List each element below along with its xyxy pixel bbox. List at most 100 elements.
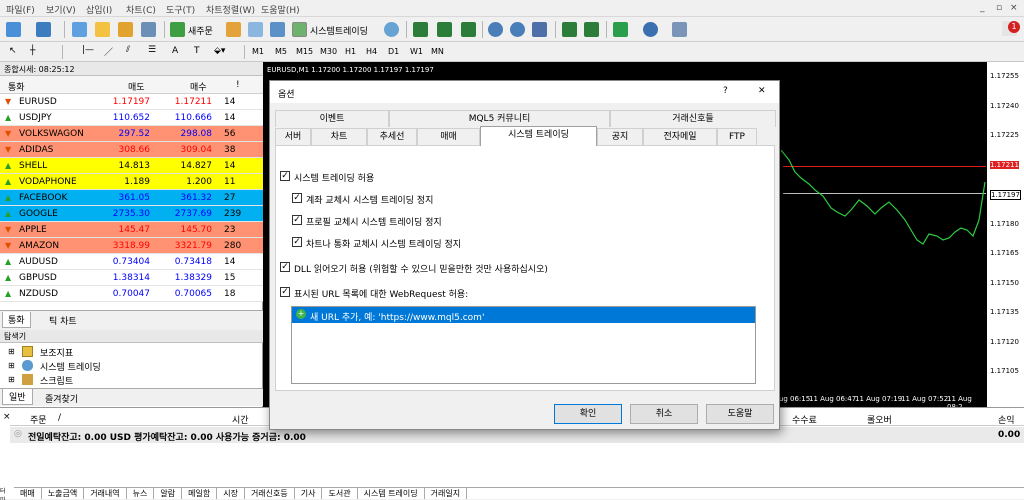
new-order-icon[interactable] [170, 22, 185, 37]
stop-symbol-checkbox[interactable]: ✓ [292, 237, 302, 247]
profiles-icon[interactable] [36, 22, 51, 37]
list-item[interactable]: ▼ AMAZON 3318.99 3321.79 280 [0, 238, 263, 254]
col-swap[interactable]: 롤오버 [867, 413, 892, 426]
tab-row1[interactable]: 이벤트 [275, 110, 389, 127]
col-commission[interactable]: 수수료 [792, 413, 817, 426]
metaeditor-icon[interactable] [226, 22, 241, 37]
ok-button[interactable]: 확인 [554, 404, 622, 424]
signal-icon[interactable] [384, 22, 399, 37]
col-symbol[interactable]: 통화 [8, 80, 25, 93]
list-item[interactable]: ▲ AUDUSD 0.73404 0.73418 14 [0, 254, 263, 270]
tab-expert-advisors[interactable]: 시스템 트레이딩 [480, 126, 597, 146]
text-icon[interactable]: A [172, 46, 178, 56]
timeframe-mn[interactable]: MN [431, 47, 444, 56]
tab-row2[interactable]: 서버 [275, 128, 311, 145]
allow-algo-checkbox[interactable]: ✓ [280, 171, 290, 181]
terminal-tab[interactable]: 노출금액 [42, 488, 85, 499]
tab-row2[interactable]: 공지 [597, 128, 643, 145]
col-spread[interactable]: ! [236, 80, 240, 90]
url-list-item[interactable]: + 새 URL 추가, 예: 'https://www.mql5.com' [292, 307, 755, 323]
minimize-icon[interactable]: _ [980, 3, 985, 13]
tab-row2[interactable]: FTP [717, 128, 757, 145]
crosshair-icon[interactable]: ┼ [30, 46, 35, 56]
allow-dll-checkbox[interactable]: ✓ [280, 262, 290, 272]
terminal-tab[interactable]: 알람 [154, 488, 183, 499]
expand-icon[interactable]: ⊞ [8, 375, 15, 384]
list-item[interactable]: ▲ USDJPY 110.652 110.666 14 [0, 110, 263, 126]
zoom-out-icon[interactable] [510, 22, 525, 37]
strategy-tester-icon[interactable] [270, 22, 285, 37]
tab-row1[interactable]: 거래신호들 [610, 110, 776, 127]
close-icon[interactable]: × [1010, 3, 1018, 13]
list-item[interactable]: ▼ ADIDAS 308.66 309.04 38 [0, 142, 263, 158]
indicators-icon[interactable] [613, 22, 628, 37]
shapes-icon[interactable]: ⬙▾ [214, 46, 225, 56]
tab-tick-chart[interactable]: 틱 차트 [44, 313, 82, 328]
tools-menu[interactable]: 도구(T) [166, 3, 195, 16]
new-order-button[interactable]: 새주문 [188, 24, 213, 37]
auto-trading-icon[interactable] [292, 22, 307, 37]
chart-shift-icon[interactable] [584, 22, 599, 37]
tab-row2[interactable]: 전자메일 [643, 128, 717, 145]
tile-windows-icon[interactable] [532, 22, 547, 37]
periods-icon[interactable] [643, 22, 658, 37]
tab-common[interactable]: 일반 [2, 389, 33, 405]
list-item[interactable]: ▲ VODAPHONE 1.189 1.200 11 [0, 174, 263, 190]
help-icon[interactable]: ? [723, 86, 728, 96]
col-profit[interactable]: 손익 [998, 413, 1015, 426]
list-item[interactable]: ▲ GBPUSD 1.38314 1.38329 15 [0, 270, 263, 286]
nav-item-expert-advisors[interactable]: 시스템 트레이딩 [40, 360, 101, 373]
timeframe-m15[interactable]: M15 [296, 47, 313, 56]
timeframe-m5[interactable]: M5 [275, 47, 287, 56]
help-menu[interactable]: 도움말(H) [261, 3, 300, 16]
timeframe-m1[interactable]: M1 [252, 47, 264, 56]
terminal-tab[interactable]: 매매 [14, 488, 42, 499]
text-label-icon[interactable]: T [194, 46, 200, 56]
terminal-tab[interactable]: 도서관 [322, 488, 358, 499]
community-icon[interactable] [248, 22, 263, 37]
tab-favorites[interactable]: 즐겨찾기 [40, 391, 83, 406]
terminal-tab[interactable]: 기사 [295, 488, 323, 499]
timeframe-w1[interactable]: W1 [410, 47, 423, 56]
col-ask[interactable]: 매수 [190, 80, 207, 93]
fibonacci-icon[interactable]: ☰ [148, 45, 156, 55]
list-item[interactable]: ▼ APPLE 145.47 145.70 23 [0, 222, 263, 238]
navigator-icon[interactable] [95, 22, 110, 37]
cursor-icon[interactable]: ↖ [9, 46, 17, 56]
timeframe-d1[interactable]: D1 [388, 47, 399, 56]
terminal-icon[interactable] [141, 22, 156, 37]
nav-item-scripts[interactable]: 스크립트 [40, 374, 73, 387]
terminal-tab[interactable]: 거래내역 [84, 488, 127, 499]
terminal-tab[interactable]: 시스템 트레이딩 [358, 488, 425, 499]
close-icon[interactable]: ✕ [758, 86, 766, 96]
restore-icon[interactable]: ▫ [996, 3, 1002, 13]
terminal-tab[interactable]: 메일함 [182, 488, 218, 499]
timeframe-h1[interactable]: H1 [345, 47, 356, 56]
list-item[interactable]: ▲ FACEBOOK 361.05 361.32 27 [0, 190, 263, 206]
tab-row2[interactable]: 추세선 [367, 128, 417, 145]
tab-row2[interactable]: 차트 [311, 128, 367, 145]
new-chart-icon[interactable] [6, 22, 21, 37]
expand-icon[interactable]: ⊞ [8, 347, 15, 356]
terminal-tab[interactable]: 거래신호등 [245, 488, 295, 499]
tab-row2[interactable]: 매매 [417, 128, 480, 145]
tab-row1[interactable]: MQL5 커뮤니티 [389, 110, 610, 127]
charts-menu[interactable]: 차트(C) [126, 3, 156, 16]
list-item[interactable]: ▲ SHELL 14.813 14.827 14 [0, 158, 263, 174]
file-menu[interactable]: 파일(F) [6, 3, 35, 16]
cancel-button[interactable]: 취소 [630, 404, 698, 424]
autoscroll-icon[interactable] [562, 22, 577, 37]
stop-account-checkbox[interactable]: ✓ [292, 193, 302, 203]
templates-icon[interactable] [672, 22, 687, 37]
list-item[interactable]: ▼ EURUSD 1.17197 1.17211 14 [0, 94, 263, 110]
terminal-tab[interactable]: 시장 [217, 488, 245, 499]
horizontal-line-icon[interactable]: — [85, 45, 94, 55]
timeframe-h4[interactable]: H4 [366, 47, 377, 56]
zoom-in-icon[interactable] [488, 22, 503, 37]
tab-symbols[interactable]: 통화 [2, 312, 31, 328]
timeframe-m30[interactable]: M30 [320, 47, 337, 56]
list-item[interactable]: ▲ NZDUSD 0.70047 0.70065 18 [0, 286, 263, 302]
list-item[interactable]: ▼ VOLKSWAGON 297.52 298.08 56 [0, 126, 263, 142]
bar-chart-icon[interactable] [413, 22, 428, 37]
allow-webrequest-checkbox[interactable]: ✓ [280, 287, 290, 297]
